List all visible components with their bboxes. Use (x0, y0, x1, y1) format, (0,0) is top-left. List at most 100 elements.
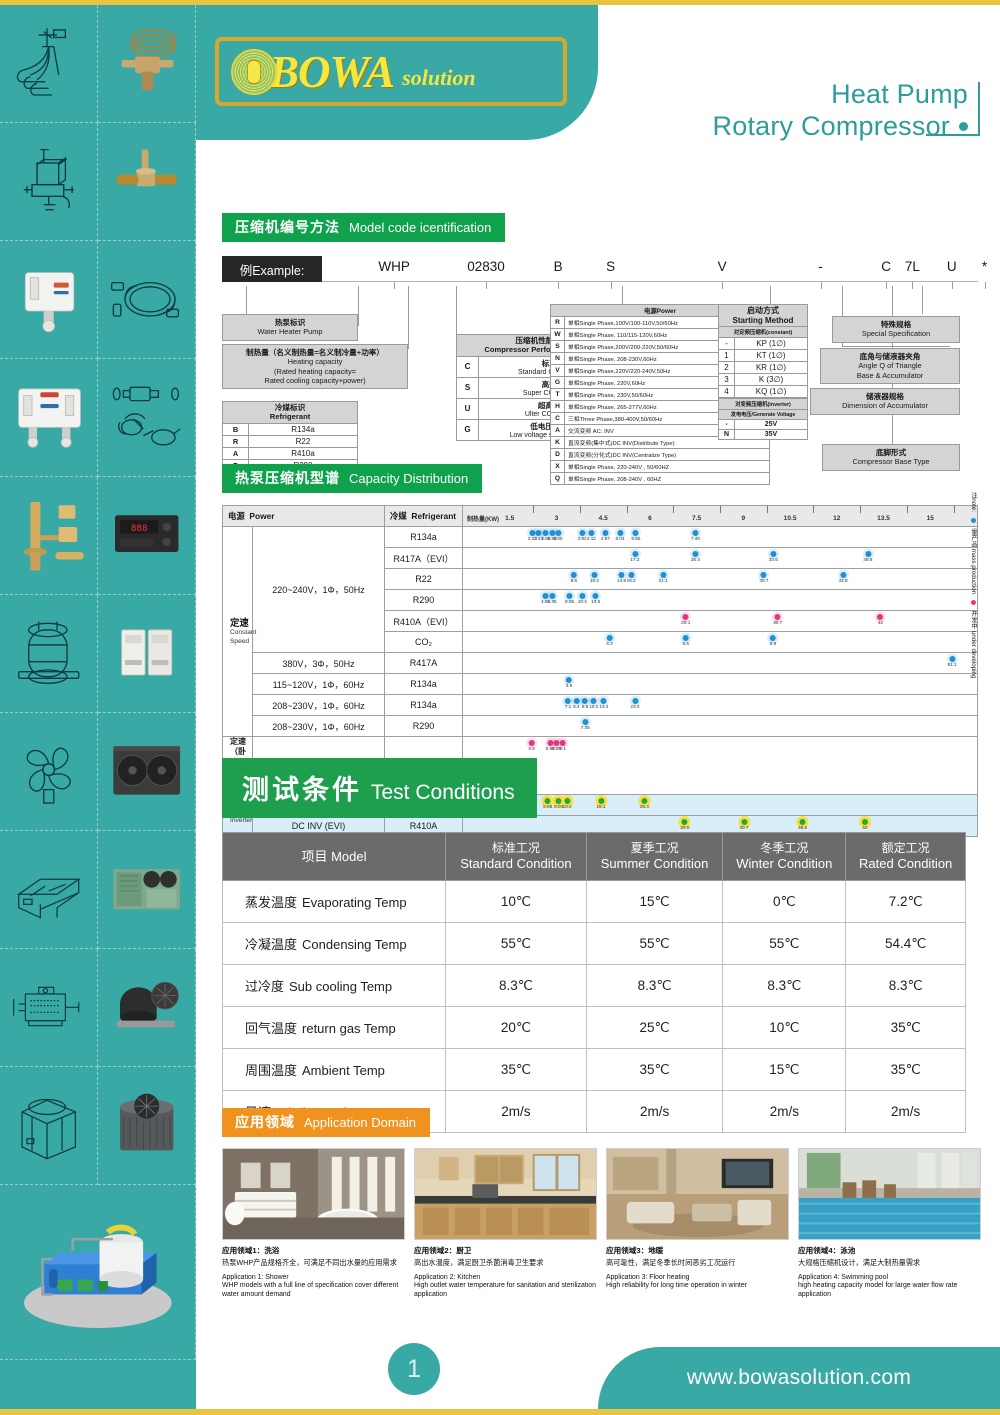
power-code: G (550, 376, 565, 389)
table-row: 冷凝温度 Condensing Temp 55℃ 55℃ 55℃ 54.4℃ (221, 922, 966, 966)
model-code-banner-cn: 压缩机编号方法 (235, 219, 340, 235)
capacity-data-point: 5.55 (631, 530, 640, 541)
data-point-label: 25.4 (690, 557, 700, 562)
capacity-axis: 制热量(KW) 1.5 3 4.5 6 7.5 9 10.5 12 13.5 15 (462, 505, 978, 527)
axis-tick (906, 506, 908, 513)
capacity-data-point: 9.9 (769, 635, 777, 646)
capacity-data-point: 33.6 (769, 551, 778, 562)
example-code-part: - (818, 259, 823, 274)
refrigerant-label: R134a (384, 526, 464, 548)
example-code-part: 7L (904, 259, 920, 274)
test-column-header: 夏季工况 Summer Condition (585, 831, 724, 882)
product-thumbnail (98, 359, 196, 477)
data-point-label: 42.8 (838, 578, 848, 583)
axis-tick (579, 506, 581, 513)
capacity-data-point: 3.6 (566, 677, 572, 688)
refrigerant-label: R290 (384, 715, 464, 737)
data-point-label: 23.3 (630, 704, 640, 709)
refrigerant-code: B (222, 422, 249, 436)
application-domain-section: 应用领域 Application Domain 应用领域1：洗浴 热泵WHP产品规… (222, 1108, 981, 1300)
capacity-data-point: 23.3 (630, 698, 640, 709)
capacity-plot-cell: 17.2 25.4 33.6 48.8 (462, 547, 978, 569)
axis-tick-label: 6 (648, 515, 652, 522)
product-thumbnail (0, 831, 98, 949)
product-thumbnail (98, 713, 196, 831)
power-desc: 直流变频(分化式)DC INV(Centralize Type) (564, 448, 770, 461)
start-header-en: Starting Method (732, 315, 794, 325)
capacity-banner-cn: 热泵压缩机型谱 (235, 470, 340, 486)
model-code-banner: 压缩机编号方法 Model code icentification (222, 213, 506, 242)
axis-tick (720, 506, 721, 513)
product-thumbnail (0, 1067, 98, 1185)
start-value: KT (1∅) (734, 349, 808, 363)
capacity-row: 208~230V，1Φ，60Hz R134a 7.1 6.4 8.8 10.2 13.4 23… (223, 694, 978, 716)
refrigerant-label: R22 (384, 568, 464, 590)
generate-voltage-table: 对变频压缩机(inverter) 发电电压/Generate Voltage -… (718, 398, 808, 440)
perf-code: U (456, 397, 479, 420)
product-image-grid: 888 (0, 5, 196, 1360)
test-winter-value: 55℃ (722, 922, 847, 966)
perf-code: S (456, 376, 479, 399)
capacity-data-point: 9.1 (559, 740, 566, 751)
test-summer-value: 15℃ (585, 880, 724, 924)
test-banner-cn: 测试条件 (242, 775, 362, 805)
example-code-part: B (553, 259, 563, 274)
power-code: R (550, 316, 565, 329)
refrigerant-label: R134a (384, 694, 464, 716)
capacity-data-point: 5.36 (548, 593, 557, 604)
axis-tick-label: 1.5 (505, 515, 515, 522)
capacity-data-point: 8.6 (570, 572, 578, 583)
data-point-label: 8.6 (570, 578, 578, 583)
website-url[interactable]: www.bowasolution.com (687, 1366, 911, 1390)
page-title-line2: Rotary Compressor (712, 111, 950, 141)
test-summer-value: 25℃ (585, 1006, 724, 1050)
group-constant-speed: 定速 Constant Speed (222, 526, 256, 737)
product-thumbnail (98, 949, 196, 1067)
table-row: 1 KT (1∅) (718, 349, 808, 363)
capacity-data-point: 7.35 (581, 719, 590, 730)
application-photo (606, 1148, 789, 1240)
title-bullet-icon (959, 121, 968, 131)
data-point-label: 5.36 (547, 599, 557, 604)
axis-tick-label: 4.5 (598, 515, 608, 522)
data-point-label: 9.9 (769, 641, 777, 646)
power-code: H (550, 400, 565, 413)
capacity-plot-cell: 91.1 (462, 652, 978, 674)
title-horizontal-rule (926, 134, 980, 136)
data-point-label: 7.46 (690, 536, 700, 541)
test-row-label: 冷凝温度 Condensing Temp (221, 922, 447, 966)
capacity-row: 115~120V，1Φ，60Hz R134a 3.6 (223, 673, 978, 695)
data-point-label: 21.1 (658, 578, 668, 583)
legend-pink-dot-icon (970, 599, 976, 605)
test-summer-value: 35℃ (585, 1048, 724, 1092)
capacity-plot-cell: 3.6 (462, 673, 978, 695)
test-winter-value: 8.3℃ (722, 964, 847, 1008)
data-point-label: 7.1 (564, 704, 572, 709)
application-cn-desc: 高可靠性，满足冬季长时间恶劣工况运行 (606, 1258, 736, 1267)
product-thumbnail (98, 5, 196, 123)
water-heater-pump-box: 热泵标识 Water Heater Pump (222, 314, 358, 341)
app-banner-cn: 应用领域 (235, 1114, 295, 1130)
data-point-label: 8.06 (564, 599, 575, 604)
start-value: KR (1∅) (734, 361, 808, 375)
table-row: 周围温度 Ambient Temp 35℃ 35℃ 15℃ 35℃ (221, 1048, 966, 1092)
refrigerant-label: R417A（EVI） (384, 547, 464, 569)
product-thumbnail (0, 595, 98, 713)
refrigerant-label: R410A（EVI） (384, 610, 464, 632)
table-row: A R410a (222, 446, 358, 460)
power-code: C (550, 412, 565, 425)
perf-code: G (456, 418, 479, 441)
example-code-part: * (981, 259, 988, 274)
start-header-cn: 启动方式 (747, 306, 779, 315)
gen-value: 35V (734, 429, 808, 440)
capacity-data-point: 5.5 (682, 635, 689, 646)
header-refrigerant: 冷媒 Refrigerant (384, 505, 464, 527)
power-code: A (550, 424, 565, 437)
heating-capacity-en2: (Rated heating capacity= (274, 366, 356, 376)
capacity-header-row: 电源 Power 冷媒 Refrigerant 制热量(KW) 1.5 3 4.5 6 7.5… (221, 505, 978, 527)
test-column-header: 项目 Model (221, 831, 447, 882)
data-point-label: 42 (877, 620, 884, 625)
product-thumbnail (98, 123, 196, 241)
starting-method-table: 启动方式 Starting Method 对定频压缩机(constant) -K… (718, 303, 808, 411)
test-conditions-banner: 测试条件 Test Conditions (222, 758, 537, 818)
